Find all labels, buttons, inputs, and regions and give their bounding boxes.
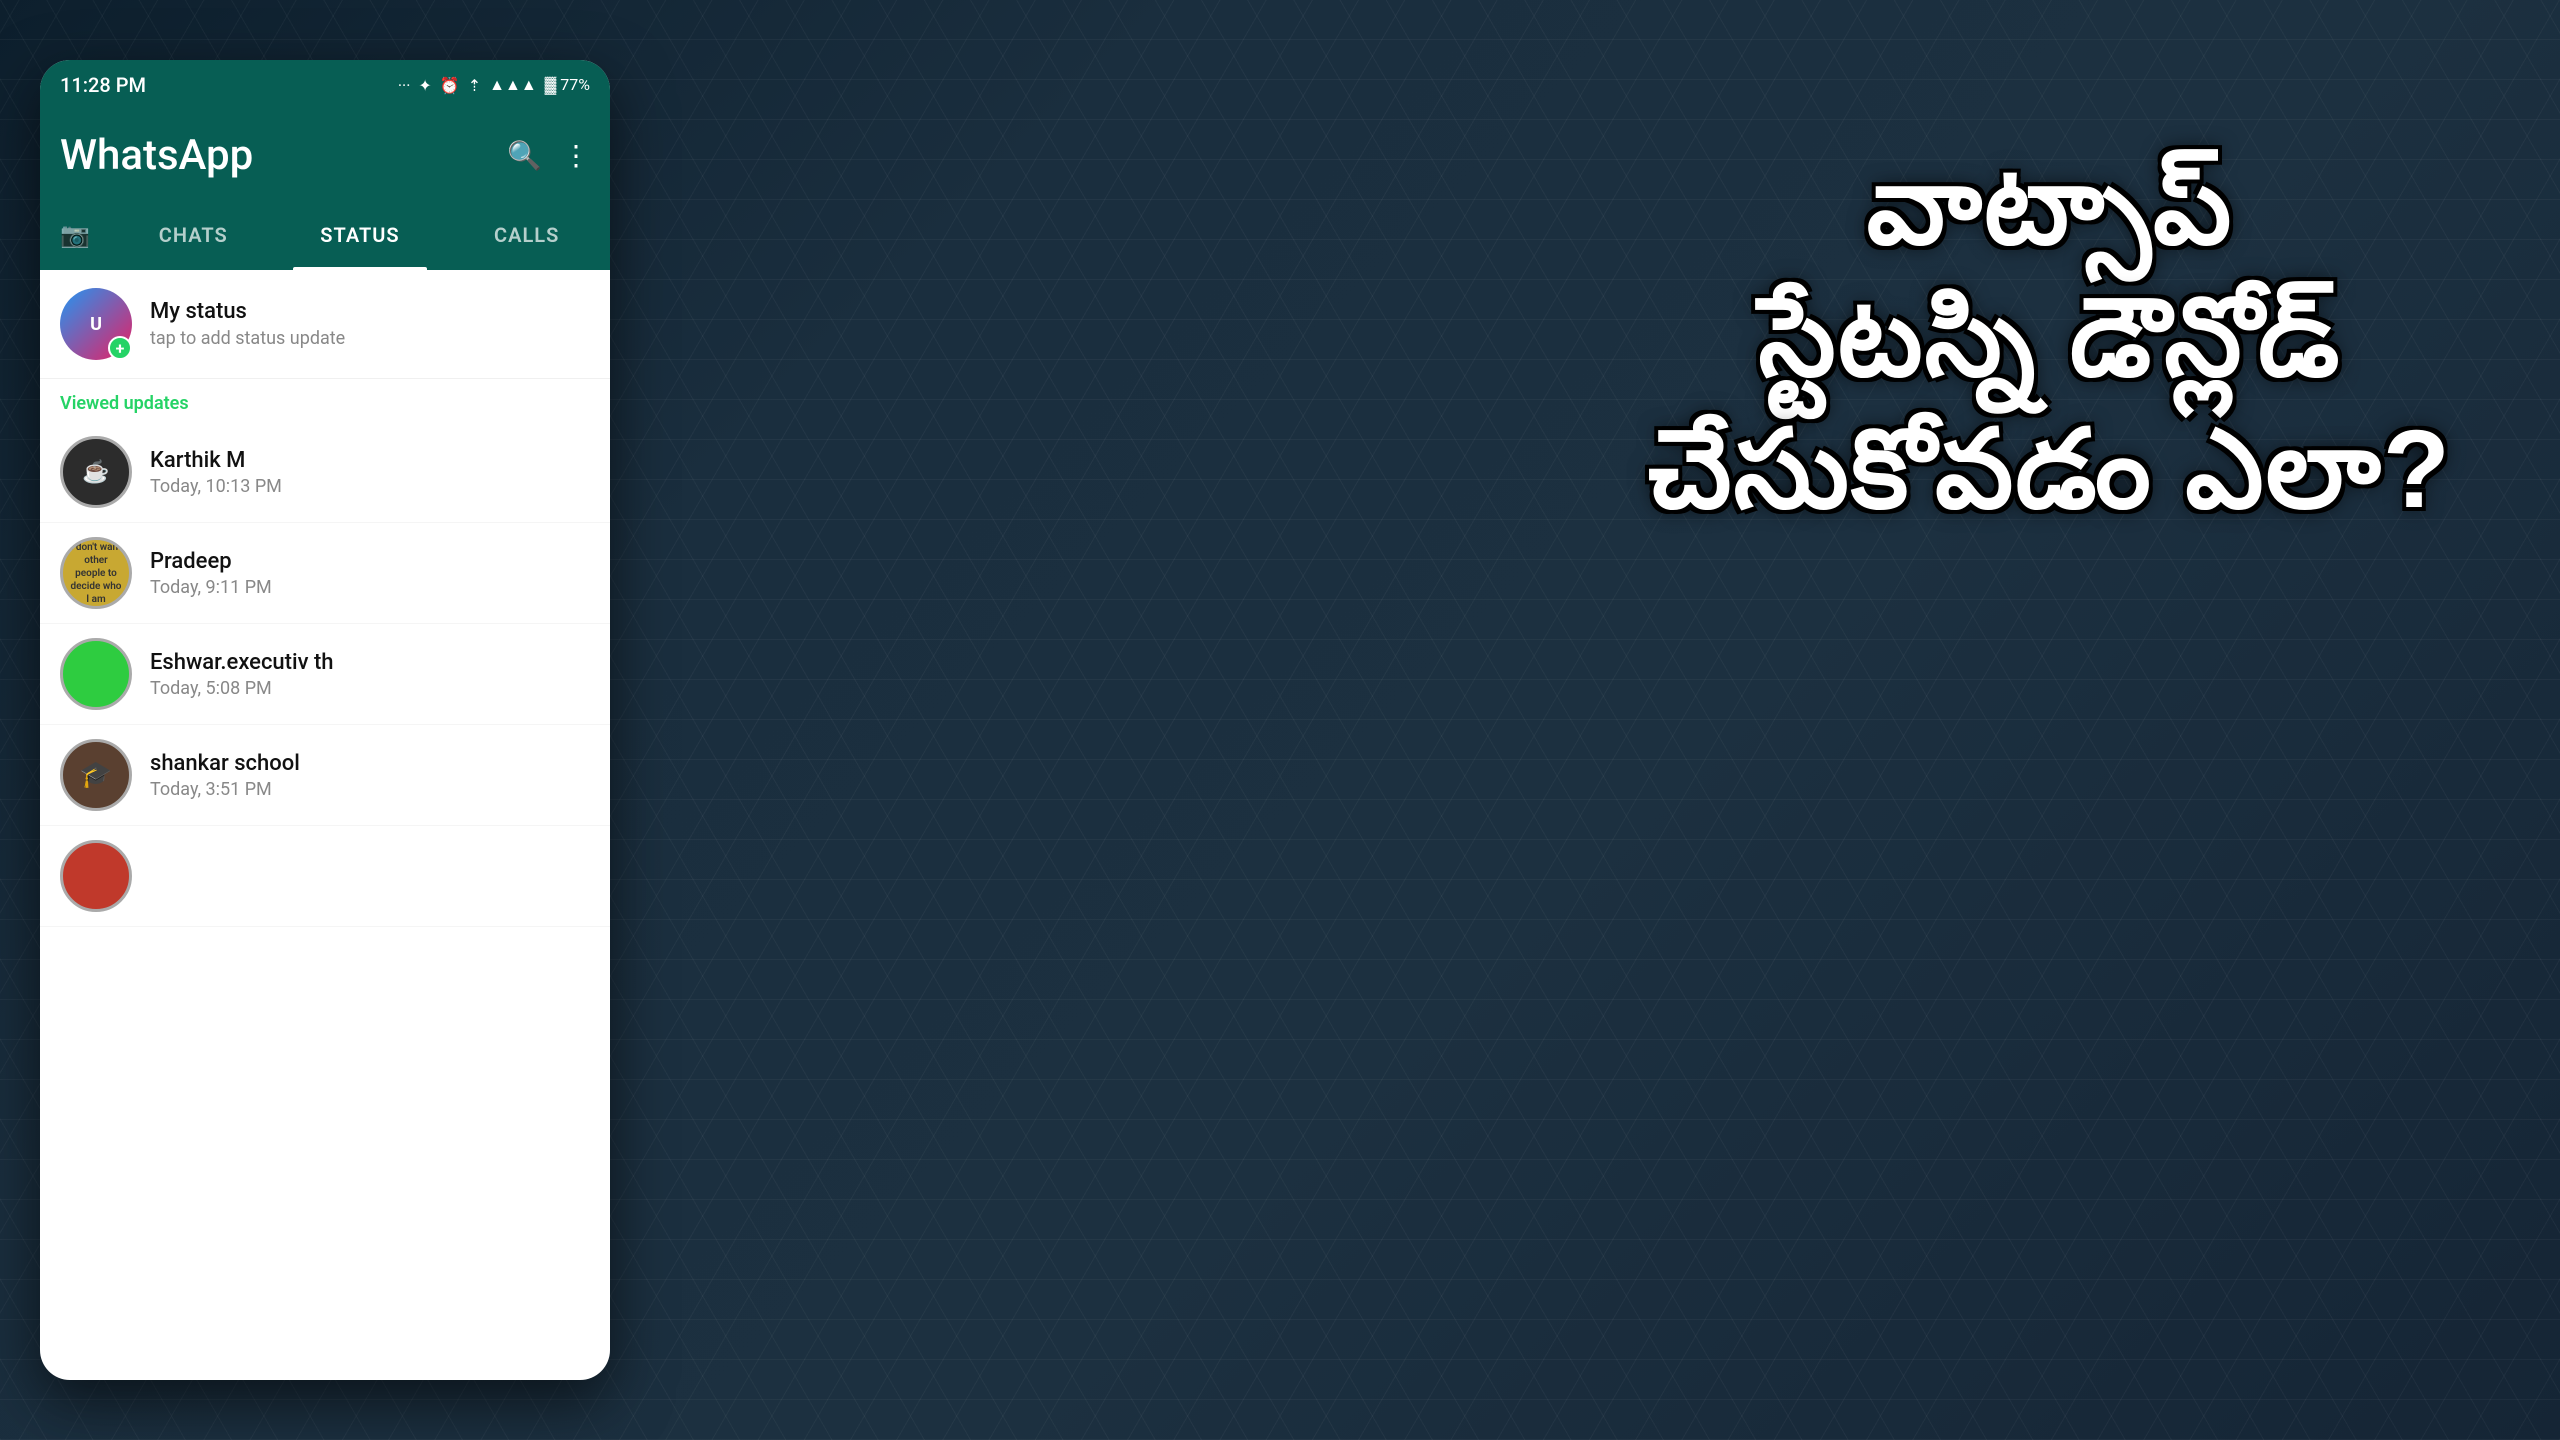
calls-tab-label: CALLS: [494, 223, 559, 247]
karthik-name: Karthik M: [150, 448, 590, 473]
shankar-avatar-icon: 🎓: [80, 760, 112, 790]
bluetooth-icon: ✦: [418, 76, 431, 95]
list-item[interactable]: ☕ Karthik M Today, 10:13 PM: [40, 422, 610, 523]
pradeep-time: Today, 9:11 PM: [150, 577, 590, 598]
my-avatar-initials: U: [90, 314, 102, 335]
camera-icon: 📷: [60, 221, 90, 249]
tab-bar: 📷 CHATS STATUS CALLS: [40, 200, 610, 270]
eshwar-info: Eshwar.executiv th Today, 5:08 PM: [150, 650, 590, 699]
battery-icon: ▓ 77%: [545, 75, 590, 95]
list-item[interactable]: Eshwar.executiv th Today, 5:08 PM: [40, 624, 610, 725]
telugu-line-3: చేసుకోవడం ఎలా?: [1600, 404, 2500, 536]
karthik-time: Today, 10:13 PM: [150, 476, 590, 497]
pradeep-avatar-text: I don't want other people to decide who …: [68, 541, 124, 606]
telugu-line-2: స్టేటస్ని డౌన్లోడ్: [1600, 272, 2500, 404]
wifi-icon: ⇡: [468, 76, 481, 95]
signal-dots-icon: ···: [398, 76, 411, 95]
karthik-avatar: ☕: [60, 436, 132, 508]
app-title: WhatsApp: [60, 131, 253, 180]
partial-avatar: [60, 840, 132, 912]
my-status-name: My status: [150, 299, 590, 324]
status-icons: ··· ✦ ⏰ ⇡ ▲▲▲ ▓ 77%: [398, 75, 590, 95]
list-item[interactable]: [40, 826, 610, 927]
content-area: U + My status tap to add status update V…: [40, 270, 610, 927]
karthik-info: Karthik M Today, 10:13 PM: [150, 448, 590, 497]
eshwar-time: Today, 5:08 PM: [150, 678, 590, 699]
shankar-name: shankar school: [150, 751, 590, 776]
header-icons: 🔍 ⋮: [507, 139, 590, 172]
more-options-icon[interactable]: ⋮: [562, 139, 590, 172]
tab-status[interactable]: STATUS: [277, 200, 444, 270]
pradeep-info: Pradeep Today, 9:11 PM: [150, 549, 590, 598]
telugu-line-1: వాట్సాప్: [1600, 140, 2500, 272]
list-item[interactable]: I don't want other people to decide who …: [40, 523, 610, 624]
phone-frame: 11:28 PM ··· ✦ ⏰ ⇡ ▲▲▲ ▓ 77% WhatsApp 🔍 …: [40, 60, 610, 1380]
status-tab-label: STATUS: [320, 223, 399, 247]
viewed-updates-header: Viewed updates: [40, 379, 610, 422]
tab-chats[interactable]: CHATS: [110, 200, 277, 270]
whatsapp-header: WhatsApp 🔍 ⋮: [40, 110, 610, 200]
my-status-info: My status tap to add status update: [150, 299, 590, 349]
eshwar-name: Eshwar.executiv th: [150, 650, 590, 675]
tab-calls[interactable]: CALLS: [443, 200, 610, 270]
shankar-avatar: 🎓: [60, 739, 132, 811]
my-status-row[interactable]: U + My status tap to add status update: [40, 270, 610, 379]
add-status-badge[interactable]: +: [108, 336, 132, 360]
shankar-time: Today, 3:51 PM: [150, 779, 590, 800]
shankar-info: shankar school Today, 3:51 PM: [150, 751, 590, 800]
telugu-overlay: వాట్సాప్ స్టేటస్ని డౌన్లోడ్ చేసుకోవడం ఎల…: [1600, 140, 2500, 536]
pradeep-avatar: I don't want other people to decide who …: [60, 537, 132, 609]
signal-bars-icon: ▲▲▲: [489, 75, 537, 95]
pradeep-name: Pradeep: [150, 549, 590, 574]
alarm-icon: ⏰: [440, 76, 460, 95]
status-bar: 11:28 PM ··· ✦ ⏰ ⇡ ▲▲▲ ▓ 77%: [40, 60, 610, 110]
my-status-avatar-container: U +: [60, 288, 132, 360]
partial-info: [150, 875, 590, 878]
karthik-avatar-icon: ☕: [82, 460, 109, 485]
chats-tab-label: CHATS: [159, 223, 228, 247]
camera-tab[interactable]: 📷: [40, 200, 110, 270]
eshwar-avatar: [60, 638, 132, 710]
search-icon[interactable]: 🔍: [507, 139, 542, 172]
my-status-sub: tap to add status update: [150, 328, 590, 349]
status-time: 11:28 PM: [60, 73, 146, 97]
list-item[interactable]: 🎓 shankar school Today, 3:51 PM: [40, 725, 610, 826]
